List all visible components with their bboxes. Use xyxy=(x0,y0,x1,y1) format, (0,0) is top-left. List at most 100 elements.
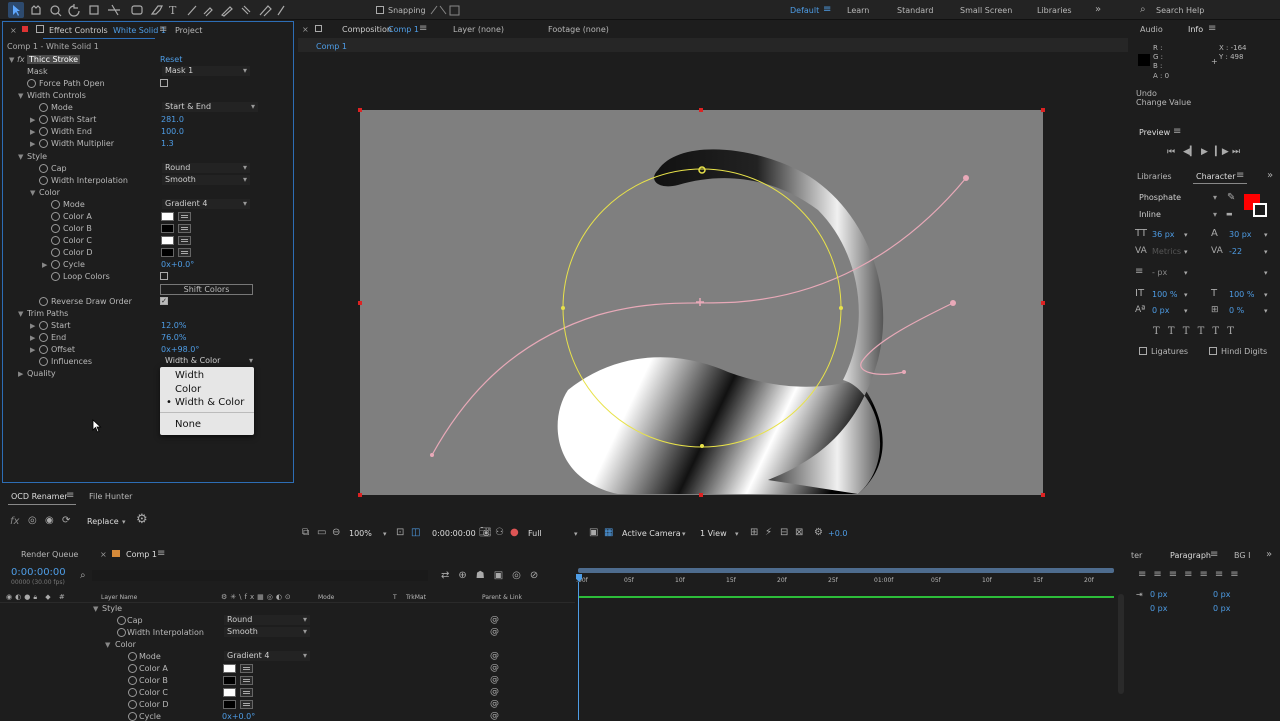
gear-icon[interactable]: ⚙ xyxy=(136,513,148,526)
eyedropper-icon[interactable] xyxy=(240,688,253,697)
stopwatch-icon[interactable] xyxy=(39,357,48,366)
mode-header[interactable]: Mode xyxy=(318,594,334,601)
cycle-value[interactable]: 0x+0.0° xyxy=(161,260,194,269)
eyedropper-icon[interactable] xyxy=(178,248,191,257)
preview-tab[interactable]: Preview xyxy=(1139,128,1170,137)
switches-icons[interactable]: ⚙✳\fx▦◎◐⊙ xyxy=(221,592,294,602)
workspace-menu-icon[interactable]: ≡ xyxy=(823,5,831,15)
tab-menu-icon[interactable]: ≡ xyxy=(1210,550,1218,560)
close-tab-icon[interactable]: × xyxy=(302,25,309,34)
workspace-small-screen[interactable]: Small Screen xyxy=(960,6,1012,15)
expand-triangle-icon[interactable]: ▶ xyxy=(30,346,35,354)
path-vertex[interactable] xyxy=(430,453,434,457)
effect-name[interactable]: Thicc Stroke xyxy=(27,55,81,64)
hindi-digits-checkbox[interactable] xyxy=(1209,347,1217,355)
circle-handle[interactable] xyxy=(700,444,704,448)
always-preview-icon[interactable]: ⧉ xyxy=(302,528,309,538)
path-vertex[interactable] xyxy=(963,175,969,181)
chevron-down-icon[interactable]: ▾ xyxy=(1264,247,1268,257)
composition-tab-name[interactable]: Comp 1 xyxy=(388,25,419,34)
shift-colors-button[interactable]: Shift Colors xyxy=(160,284,253,295)
work-area-bar[interactable] xyxy=(578,568,1114,573)
tl-mode-dropdown[interactable]: Gradient 4 xyxy=(224,651,310,661)
search-icon[interactable]: ⌕ xyxy=(80,571,86,581)
layer-tab[interactable]: Layer (none) xyxy=(453,25,504,34)
comp-1-tab[interactable]: Comp 1 xyxy=(126,550,157,559)
stopwatch-icon[interactable] xyxy=(51,224,60,233)
exposure-value[interactable]: +0.0 xyxy=(828,529,847,538)
menu-option-width[interactable]: Width xyxy=(175,370,204,381)
stopwatch-icon[interactable] xyxy=(117,616,126,625)
show-snapshot-icon[interactable]: ⚇ xyxy=(495,528,504,538)
snap-icons[interactable] xyxy=(428,3,462,17)
audio-tab[interactable]: Audio xyxy=(1140,25,1163,34)
color-a-swatch[interactable] xyxy=(161,212,174,221)
footage-tab[interactable]: Footage (none) xyxy=(548,25,609,34)
tab-menu-icon[interactable]: ≡ xyxy=(419,24,427,34)
stopwatch-icon[interactable] xyxy=(51,200,60,209)
color-group[interactable]: Color xyxy=(39,188,60,197)
font-size-value[interactable]: 36 px xyxy=(1152,230,1175,239)
roi-icon[interactable]: ▣ xyxy=(589,528,598,538)
color-triangle-icon[interactable]: ▼ xyxy=(30,189,35,197)
timecode-display[interactable]: 0:00:00:00 xyxy=(11,567,66,578)
eyedropper-icon[interactable] xyxy=(178,224,191,233)
reset-button[interactable]: Reset xyxy=(160,55,182,64)
stroke-width-value[interactable]: - px xyxy=(1152,268,1167,277)
pickwhip-icon[interactable]: @ xyxy=(490,615,499,625)
stopwatch-icon[interactable] xyxy=(128,676,137,685)
monitor-icon[interactable]: ▭ xyxy=(317,528,326,538)
influences-dropdown[interactable]: Width & Color xyxy=(162,356,256,366)
mask-visibility-icon[interactable]: ⊖ xyxy=(332,528,340,538)
stopwatch-icon[interactable] xyxy=(128,700,137,709)
timeline-search-field[interactable] xyxy=(92,570,428,581)
libraries-tab[interactable]: Libraries xyxy=(1137,172,1172,181)
stopwatch-icon[interactable] xyxy=(128,664,137,673)
camera-dropdown[interactable]: Active Camera xyxy=(622,529,681,538)
width-multiplier-value[interactable]: 1.3 xyxy=(161,139,174,148)
effect-controls-layer[interactable]: White Solid 1 xyxy=(113,26,166,35)
path-vertex[interactable] xyxy=(950,300,956,306)
path-vertex[interactable] xyxy=(902,370,906,374)
width-end-value[interactable]: 100.0 xyxy=(161,127,184,136)
more-panels-icon[interactable]: » xyxy=(1267,171,1273,181)
layer-name-header[interactable]: Layer Name xyxy=(101,594,137,601)
stopwatch-icon[interactable] xyxy=(39,115,48,124)
expand-triangle-icon[interactable]: ▶ xyxy=(30,140,35,148)
pickwhip-icon[interactable]: @ xyxy=(490,627,499,637)
bg-tab[interactable]: BG I xyxy=(1234,551,1250,560)
more-panels-icon[interactable]: » xyxy=(1266,550,1272,560)
width-interpolation-dropdown[interactable]: Smooth xyxy=(162,175,250,185)
next-frame-icon[interactable]: ▎▶ xyxy=(1215,147,1229,157)
vertical-scale-value[interactable]: 100 % xyxy=(1152,290,1177,299)
timeline-icon[interactable]: ⊟ xyxy=(780,528,788,538)
chevron-down-icon[interactable]: ▾ xyxy=(682,529,686,539)
project-tab[interactable]: Project xyxy=(175,26,202,35)
tl-color-a-swatch[interactable] xyxy=(223,664,236,673)
previous-frame-icon[interactable]: ◀▎ xyxy=(1183,147,1197,157)
tab-menu-icon[interactable]: ≡ xyxy=(157,549,165,559)
stroke-style-chevron-icon[interactable]: ▾ xyxy=(1264,268,1268,278)
transparency-grid-icon[interactable]: ▦ xyxy=(604,528,613,538)
close-tab-icon[interactable]: × xyxy=(100,550,107,559)
toggle-pixel-aspect-icon[interactable]: ⊞ xyxy=(750,528,758,538)
stopwatch-icon[interactable] xyxy=(128,652,137,661)
pickwhip-icon[interactable]: @ xyxy=(490,675,499,685)
play-icon[interactable]: ▶ xyxy=(1201,147,1208,157)
effect-controls-tab[interactable]: Effect Controls xyxy=(49,26,108,35)
composition-viewer[interactable] xyxy=(298,60,1128,522)
loop-colors-checkbox[interactable] xyxy=(160,272,168,280)
mask-dropdown[interactable]: Mask 1 xyxy=(162,66,250,76)
quality-triangle-icon[interactable]: ▶ xyxy=(18,370,23,378)
stopwatch-icon[interactable] xyxy=(27,79,36,88)
style-triangle-icon[interactable]: ▼ xyxy=(93,605,98,613)
font-family-dropdown[interactable]: Phosphate xyxy=(1136,193,1220,203)
time-ruler[interactable]: :00f 05f 10f 15f 20f 25f 01:00f 05f 10f … xyxy=(574,568,1118,592)
workspace-learn[interactable]: Learn xyxy=(847,6,869,15)
alignment-icons[interactable]: ≡≡≡≡≡≡≡ xyxy=(1138,570,1246,580)
composition-tab[interactable]: Composition xyxy=(342,25,392,34)
expand-triangle-icon[interactable]: ▶ xyxy=(30,322,35,330)
menu-option-color[interactable]: Color xyxy=(175,384,201,395)
kerning-value[interactable]: Metrics xyxy=(1152,247,1181,256)
stopwatch-icon[interactable] xyxy=(51,212,60,221)
